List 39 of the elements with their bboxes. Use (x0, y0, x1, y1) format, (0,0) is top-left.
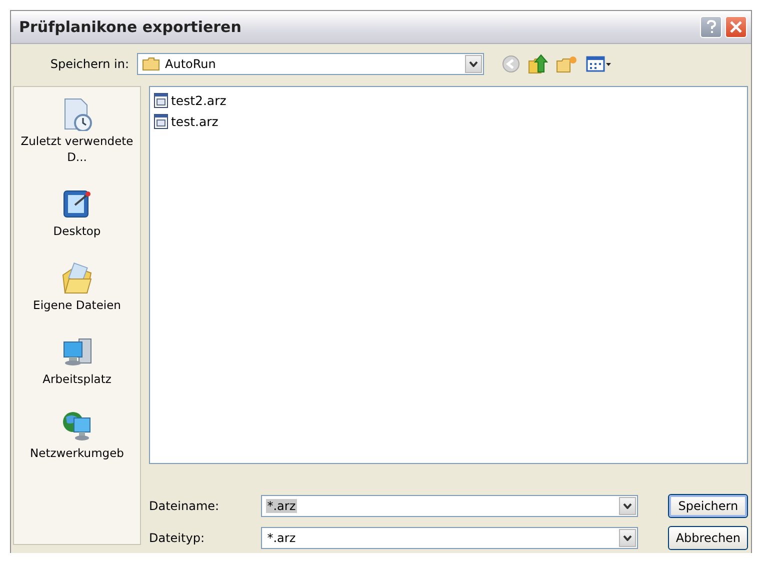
view-menu-button[interactable] (586, 56, 612, 72)
places-item[interactable]: Eigene Dateien (17, 261, 137, 313)
chevron-down-icon (623, 535, 632, 541)
file-window-icon (154, 93, 168, 108)
file-type-label: Dateityp: (149, 531, 206, 545)
chevron-down-icon (469, 61, 478, 67)
new-folder-button[interactable] (556, 55, 578, 73)
cancel-button[interactable]: Abbrechen (668, 526, 748, 550)
chevron-down-icon (623, 503, 632, 509)
file-window-icon (154, 114, 168, 129)
folder-value: AutoRun (165, 57, 216, 71)
globe-computer-icon (61, 409, 93, 443)
file-name-label: Dateiname: (149, 499, 220, 513)
file-name-field[interactable]: *.arz (261, 495, 638, 517)
places-item[interactable]: Desktop (17, 187, 137, 239)
places-item[interactable]: Arbeitsplatz (17, 335, 137, 387)
places-item[interactable]: Netzwerkumgeb (17, 409, 137, 461)
new-folder-icon (556, 55, 578, 73)
file-item[interactable]: test.arz (154, 111, 743, 132)
dropdown-button[interactable] (619, 497, 636, 515)
dropdown-button[interactable] (619, 529, 636, 547)
open-folder-icon (61, 261, 93, 295)
folder-dropdown[interactable]: AutoRun (137, 53, 484, 75)
up-folder-button[interactable] (528, 54, 548, 74)
dropdown-button[interactable] (465, 55, 482, 73)
file-item[interactable]: test2.arz (154, 90, 743, 111)
view-grid-icon (586, 56, 612, 72)
back-button[interactable] (502, 55, 520, 73)
folder-icon (142, 57, 160, 71)
places-item[interactable]: Zuletzt verwendete D... (17, 97, 137, 165)
close-icon (730, 21, 742, 33)
window-title: Prüfplanikone exportieren (19, 18, 242, 36)
help-button[interactable] (700, 16, 722, 38)
folder-up-arrow-icon (528, 54, 548, 74)
help-icon (705, 20, 717, 34)
close-button[interactable] (725, 16, 747, 38)
save-button[interactable]: Speichern (668, 494, 748, 518)
file-type-field[interactable]: *.arz (261, 527, 638, 549)
save-in-label: Speichern in: (49, 57, 130, 71)
